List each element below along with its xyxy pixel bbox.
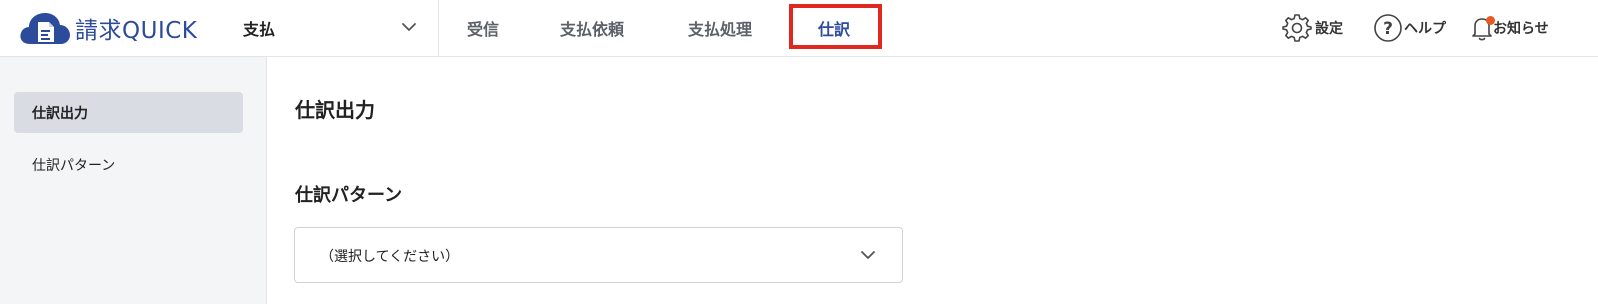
svg-text:?: ? bbox=[1383, 19, 1393, 39]
app-logo[interactable]: 請求QUICK bbox=[18, 8, 197, 48]
top-header: 請求QUICK 支払 受信 支払依頼 支払処理 仕訳 設定 ? ヘルプ お知らせ bbox=[0, 0, 1598, 57]
help-label: ヘルプ bbox=[1404, 21, 1446, 37]
notification-badge-dot bbox=[1486, 16, 1495, 25]
gear-icon bbox=[1282, 14, 1312, 42]
context-selector[interactable]: 支払 bbox=[243, 0, 439, 56]
journal-pattern-label: 仕訳パターン bbox=[295, 185, 403, 206]
bell-icon-wrap bbox=[1471, 13, 1495, 43]
sidebar: 仕訳出力 仕訳パターン bbox=[0, 57, 267, 304]
nav-tab-payment-processing[interactable]: 支払処理 bbox=[688, 0, 752, 56]
nav-tab-payment-request[interactable]: 支払依頼 bbox=[560, 0, 624, 56]
notifications-button[interactable]: お知らせ bbox=[1471, 8, 1549, 48]
notifications-label: お知らせ bbox=[1493, 21, 1549, 37]
sidebar-item-journal-export[interactable]: 仕訳出力 bbox=[14, 92, 243, 133]
settings-button[interactable]: 設定 bbox=[1282, 8, 1343, 48]
chevron-down-icon bbox=[861, 251, 875, 259]
help-circle-icon: ? bbox=[1374, 14, 1402, 42]
cloud-document-logo-icon bbox=[20, 13, 70, 44]
logo-text: 請求QUICK bbox=[75, 18, 198, 44]
help-button[interactable]: ? ヘルプ bbox=[1373, 8, 1446, 48]
journal-pattern-select-value: （選択してください） bbox=[320, 249, 460, 265]
nav-tab-receive[interactable]: 受信 bbox=[467, 0, 499, 56]
sidebar-item-journal-patterns[interactable]: 仕訳パターン bbox=[14, 144, 243, 185]
journal-pattern-select[interactable]: （選択してください） bbox=[294, 227, 903, 283]
chevron-down-icon bbox=[402, 23, 416, 31]
active-tab-highlight-box bbox=[789, 4, 882, 49]
context-selector-label: 支払 bbox=[243, 20, 276, 39]
settings-label: 設定 bbox=[1315, 21, 1343, 37]
page-title: 仕訳出力 bbox=[295, 98, 375, 122]
